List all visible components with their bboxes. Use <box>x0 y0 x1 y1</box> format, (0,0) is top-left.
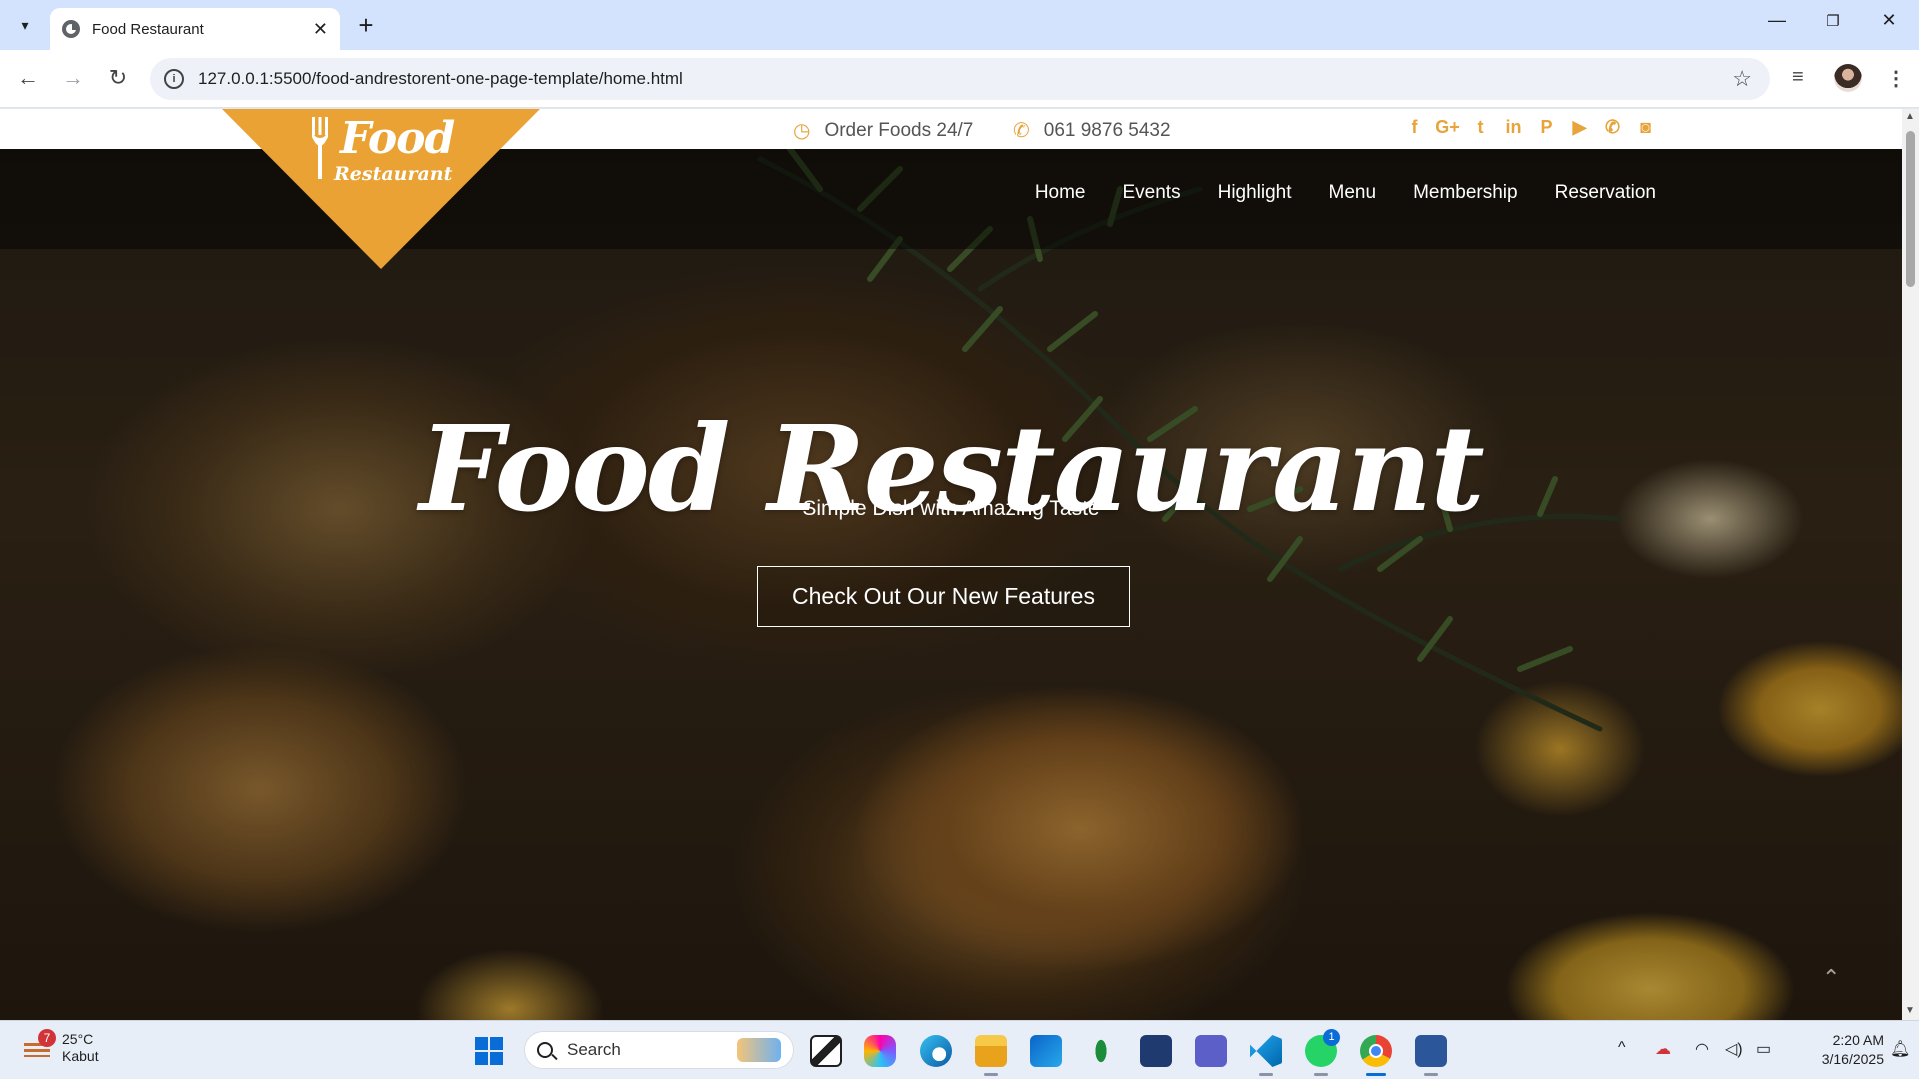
nav-home[interactable]: Home <box>1035 182 1086 204</box>
chrome-menu-icon[interactable]: ⋮ <box>1886 66 1906 91</box>
restore-button[interactable]: ❐ <box>1818 12 1848 30</box>
browser-toolbar: ← → ↻ i 127.0.0.1:5500/food-andrestorent… <box>0 50 1919 108</box>
battery-icon[interactable]: ▭ <box>1756 1039 1771 1059</box>
chrome-active-indicator <box>1366 1073 1386 1076</box>
tab-search-dropdown-icon[interactable]: ▾ <box>10 12 40 38</box>
weather-badge: 7 <box>38 1029 56 1047</box>
scroll-down-arrow-icon[interactable]: ▼ <box>1905 1005 1915 1016</box>
globe-icon <box>62 20 80 38</box>
logo-text-restaurant: Restaurant <box>334 163 453 185</box>
order-text: Order Foods 24/7 <box>824 119 974 141</box>
teams-icon[interactable] <box>1195 1035 1227 1067</box>
phone-icon[interactable]: ✆ <box>1596 117 1629 138</box>
page-viewport: ◷ Order Foods 24/7 ✆ 061 9876 5432 f G+ … <box>0 109 1902 1020</box>
new-tab-button[interactable]: + <box>353 10 379 41</box>
weather-widget[interactable]: 7 25°C Kabut <box>22 1029 99 1065</box>
forward-button[interactable]: → <box>59 64 87 92</box>
logo-text-food: Food <box>340 113 455 164</box>
nav-reservation[interactable]: Reservation <box>1555 182 1656 204</box>
close-tab-icon[interactable]: ✕ <box>313 19 328 40</box>
reload-button[interactable]: ↻ <box>104 64 132 92</box>
bookmark-star-icon[interactable]: ☆ <box>1732 66 1752 92</box>
scroll-to-top-icon[interactable]: ⌃ <box>1822 965 1840 991</box>
edge-icon[interactable] <box>920 1035 952 1067</box>
chrome-icon[interactable] <box>1360 1035 1392 1067</box>
profile-avatar[interactable] <box>1834 64 1862 92</box>
notification-bell-icon[interactable]: 🔔︎ <box>1890 1039 1910 1059</box>
tab-title: Food Restaurant <box>92 20 204 38</box>
clock-icon: ◷ <box>793 120 811 142</box>
nav-highlight[interactable]: Highlight <box>1218 182 1292 204</box>
check-features-button[interactable]: Check Out Our New Features <box>757 566 1130 627</box>
windows-taskbar: 7 25°C Kabut Search 1 ^ ☁ ◠ ◁) ▭ 2:20 AM… <box>0 1020 1919 1079</box>
scroll-up-arrow-icon[interactable]: ▲ <box>1905 111 1915 122</box>
word-icon[interactable] <box>1415 1035 1447 1067</box>
twitter-icon[interactable]: t <box>1464 117 1497 138</box>
windows-start-icon[interactable] <box>473 1035 505 1067</box>
volume-icon[interactable]: ◁) <box>1725 1039 1743 1059</box>
word-running-indicator <box>1424 1073 1438 1076</box>
fork-icon <box>312 117 328 179</box>
site-logo[interactable]: Food Restaurant <box>222 109 540 269</box>
url-text: 127.0.0.1:5500/food-andrestorent-one-pag… <box>198 69 683 88</box>
pinterest-icon[interactable]: P <box>1530 117 1563 138</box>
nav-events[interactable]: Events <box>1123 182 1181 204</box>
page-scrollbar[interactable]: ▲ ▼ <box>1902 109 1919 1020</box>
whatsapp-running-indicator <box>1314 1073 1328 1076</box>
social-links: f G+ t in P ▶ ✆ ◙ <box>1398 117 1662 138</box>
back-button[interactable]: ← <box>14 64 42 92</box>
youtube-icon[interactable]: ▶ <box>1563 117 1596 138</box>
weather-desc: Kabut <box>62 1048 99 1064</box>
minimize-button[interactable]: — <box>1762 10 1792 31</box>
camera-icon[interactable]: ◙ <box>1629 117 1662 138</box>
site-info-icon[interactable]: i <box>164 69 184 89</box>
task-view-icon[interactable] <box>810 1035 842 1067</box>
file-explorer-icon[interactable] <box>975 1035 1007 1067</box>
vscode-running-indicator <box>1259 1073 1273 1076</box>
whatsapp-badge: 1 <box>1323 1029 1340 1046</box>
app-icon[interactable] <box>1140 1035 1172 1067</box>
search-icon <box>537 1042 553 1058</box>
show-hidden-icons[interactable]: ^ <box>1618 1039 1626 1057</box>
mongodb-icon[interactable] <box>1085 1035 1117 1067</box>
onedrive-error-icon[interactable]: ☁ <box>1655 1039 1671 1059</box>
taskbar-search[interactable]: Search <box>524 1031 794 1069</box>
explorer-running-indicator <box>984 1073 998 1076</box>
scrollbar-thumb[interactable] <box>1906 131 1915 287</box>
weather-haze-icon: 7 <box>22 1029 56 1061</box>
google-plus-icon[interactable]: G+ <box>1431 117 1464 138</box>
outlook-icon[interactable] <box>1030 1035 1062 1067</box>
vscode-icon[interactable] <box>1250 1035 1282 1067</box>
weather-temp: 25°C <box>62 1031 94 1047</box>
taskbar-clock[interactable]: 2:20 AM 3/16/2025 <box>1796 1031 1884 1069</box>
media-control-icon[interactable]: ≡ <box>1792 66 1804 89</box>
copilot-icon[interactable] <box>864 1035 896 1067</box>
linkedin-icon[interactable]: in <box>1497 117 1530 138</box>
phone-icon: ✆ <box>1013 120 1030 142</box>
order-info: ◷ Order Foods 24/7 <box>793 118 973 143</box>
search-label: Search <box>567 1040 621 1059</box>
hero-subtitle: Simple Dish with Amazing Taste <box>802 497 1100 520</box>
address-bar[interactable]: i 127.0.0.1:5500/food-andrestorent-one-p… <box>150 58 1770 100</box>
nav-links: Home Events Highlight Menu Membership Re… <box>1035 182 1656 204</box>
facebook-icon[interactable]: f <box>1398 117 1431 138</box>
phone-info: ✆ 061 9876 5432 <box>1013 118 1171 143</box>
wifi-icon[interactable]: ◠ <box>1695 1039 1709 1059</box>
nav-menu[interactable]: Menu <box>1329 182 1377 204</box>
search-highlight-icon <box>737 1038 781 1062</box>
browser-tabstrip: ▾ Food Restaurant ✕ + — ❐ ✕ <box>0 0 1919 50</box>
clock-time: 2:20 AM <box>1832 1032 1884 1048</box>
close-window-button[interactable]: ✕ <box>1874 10 1904 31</box>
browser-tab[interactable]: Food Restaurant ✕ <box>50 8 340 50</box>
clock-date: 3/16/2025 <box>1821 1051 1884 1067</box>
nav-membership[interactable]: Membership <box>1413 182 1518 204</box>
phone-number: 061 9876 5432 <box>1043 119 1171 141</box>
